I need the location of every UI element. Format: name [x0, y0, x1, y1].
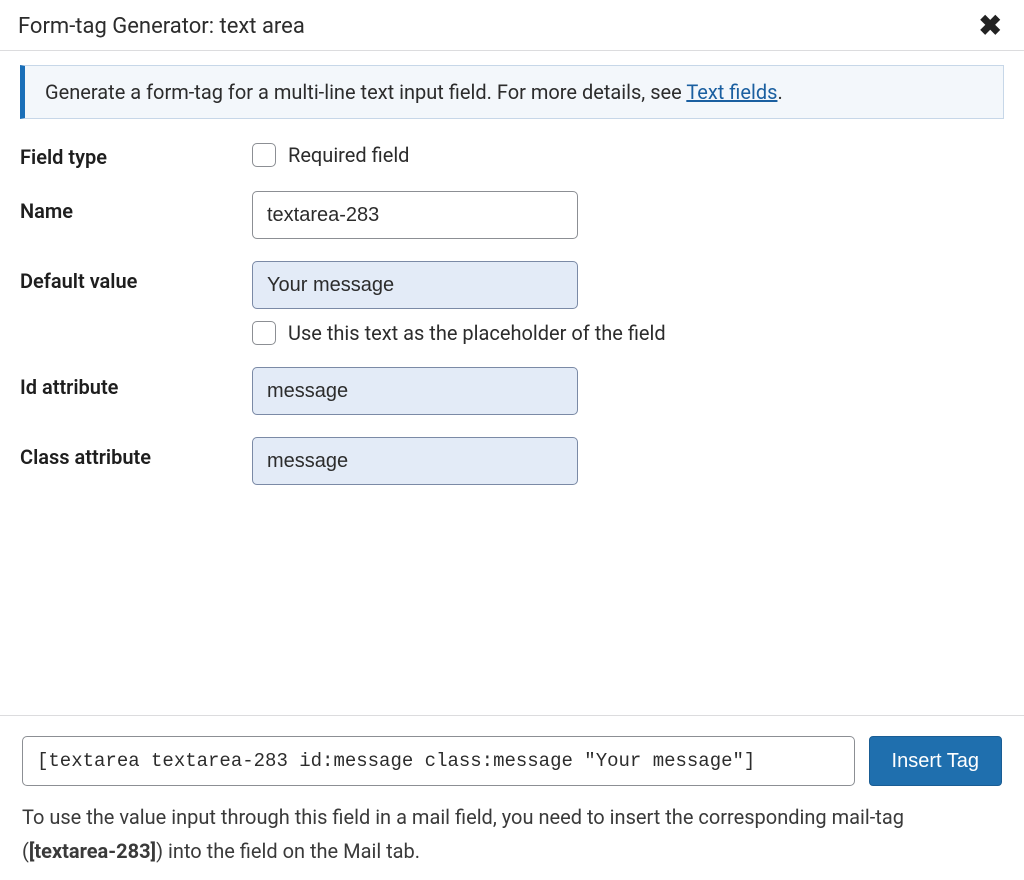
name-input[interactable] — [252, 191, 578, 239]
banner-text-after: . — [777, 80, 782, 104]
class-attr-input[interactable] — [252, 437, 578, 485]
modal-title: Form-tag Generator: text area — [18, 14, 305, 39]
close-icon[interactable]: ✖ — [975, 12, 1006, 40]
placeholder-checkbox[interactable] — [252, 321, 276, 345]
default-value-label: Default value — [20, 261, 252, 293]
class-attr-label: Class attribute — [20, 437, 252, 469]
id-attr-label: Id attribute — [20, 367, 252, 399]
required-field-checkbox-label: Required field — [288, 143, 409, 167]
placeholder-checkbox-label: Use this text as the placeholder of the … — [288, 321, 666, 345]
info-banner: Generate a form-tag for a multi-line tex… — [20, 65, 1004, 119]
text-fields-link[interactable]: Text fields — [686, 80, 777, 104]
footer-note: To use the value input through this fiel… — [22, 800, 1002, 868]
output-row: Insert Tag — [22, 736, 1002, 786]
modal-footer: Insert Tag To use the value input throug… — [0, 715, 1024, 880]
mail-tag-code: [textarea-283] — [29, 839, 156, 863]
required-field-checkbox[interactable] — [252, 143, 276, 167]
default-value-row: Default value Use this text as the place… — [20, 261, 1004, 345]
id-attr-row: Id attribute — [20, 367, 1004, 415]
name-row: Name — [20, 191, 1004, 239]
form-fields-area: Field type Required field Name Default v… — [0, 137, 1024, 715]
id-attr-input[interactable] — [252, 367, 578, 415]
generated-tag-output[interactable] — [22, 736, 855, 786]
footer-note-after: ) into the field on the Mail tab. — [156, 839, 420, 863]
default-value-input[interactable] — [252, 261, 578, 309]
name-label: Name — [20, 191, 252, 223]
banner-text-before: Generate a form-tag for a multi-line tex… — [45, 80, 686, 104]
field-type-row: Field type Required field — [20, 137, 1004, 169]
class-attr-row: Class attribute — [20, 437, 1004, 485]
modal-header: Form-tag Generator: text area ✖ — [0, 0, 1024, 51]
form-tag-generator-modal: Form-tag Generator: text area ✖ Generate… — [0, 0, 1024, 880]
insert-tag-button[interactable]: Insert Tag — [869, 736, 1002, 786]
field-type-label: Field type — [20, 137, 252, 169]
